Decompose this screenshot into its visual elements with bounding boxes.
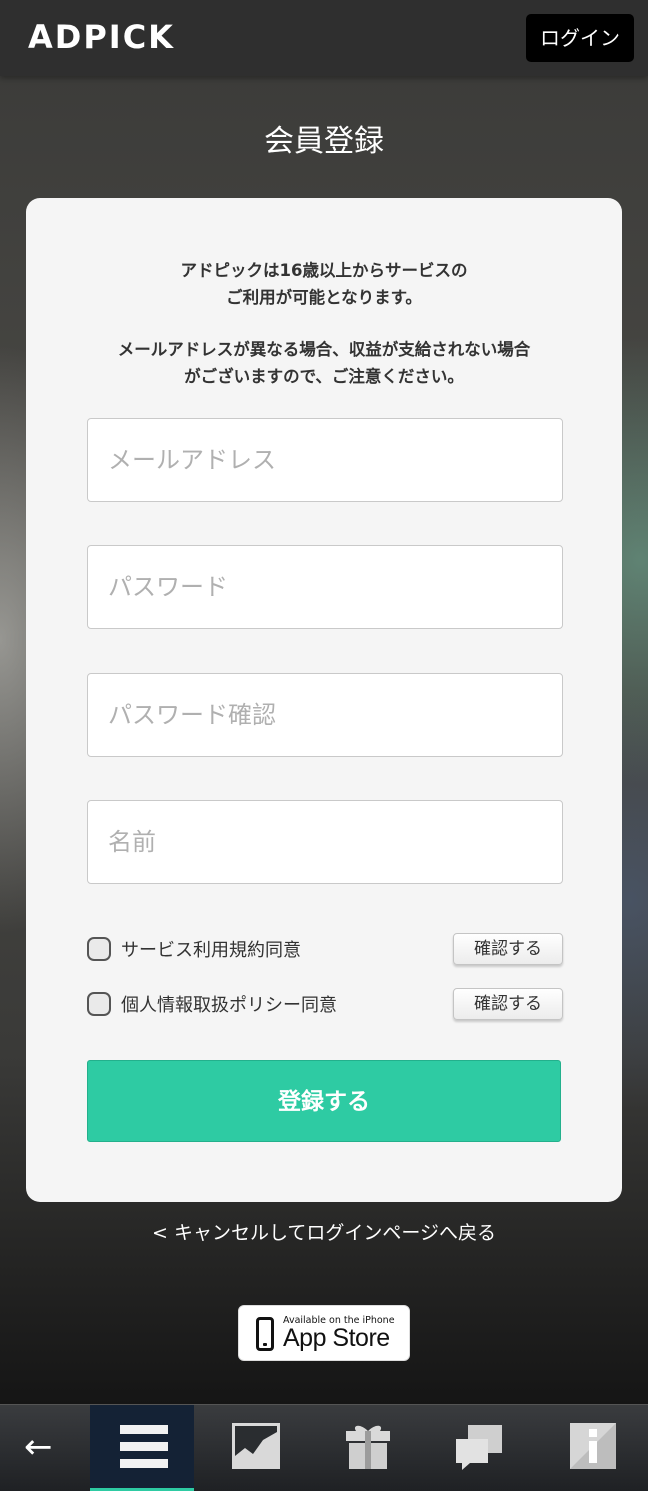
terms-confirm-button[interactable]: 確認する bbox=[453, 933, 563, 965]
tab-info[interactable] bbox=[544, 1405, 648, 1491]
chat-icon bbox=[454, 1423, 504, 1471]
privacy-confirm-button[interactable]: 確認する bbox=[453, 988, 563, 1020]
terms-agreement-row: サービス利用規約同意 確認する bbox=[87, 933, 563, 967]
gift-icon bbox=[344, 1423, 392, 1469]
page-title: 会員登録 bbox=[264, 124, 384, 159]
privacy-agreement-row: 個人情報取扱ポリシー同意 確認する bbox=[87, 988, 563, 1022]
tab-gift[interactable] bbox=[320, 1405, 424, 1491]
password-confirm-field[interactable] bbox=[87, 673, 563, 757]
tab-chat[interactable] bbox=[432, 1405, 536, 1491]
email-input[interactable] bbox=[88, 419, 562, 501]
email-field[interactable] bbox=[87, 418, 563, 502]
privacy-agreement-label[interactable]: 個人情報取扱ポリシー同意 bbox=[121, 991, 337, 1017]
back-arrow-icon: ← bbox=[24, 1427, 53, 1467]
register-button[interactable]: 登録する bbox=[87, 1060, 561, 1142]
name-field[interactable] bbox=[87, 800, 563, 884]
info-icon bbox=[570, 1423, 616, 1469]
login-button[interactable]: ログイン bbox=[526, 14, 634, 62]
password-input[interactable] bbox=[88, 546, 562, 628]
terms-agreement-label[interactable]: サービス利用規約同意 bbox=[121, 936, 301, 962]
password-confirm-input[interactable] bbox=[88, 674, 562, 756]
top-bar: ADPICK ログイン bbox=[0, 0, 648, 76]
age-notice-line-1: アドピックは16歳以上からサービスの bbox=[180, 261, 468, 280]
age-notice-line-2: ご利用が可能となります。 bbox=[226, 288, 422, 307]
tab-menu[interactable] bbox=[90, 1405, 194, 1491]
privacy-checkbox[interactable] bbox=[87, 992, 111, 1016]
email-notice-line-2: がございますので、ご注意ください。 bbox=[184, 367, 464, 386]
registration-card: アドピックは16歳以上からサービスの ご利用が可能となります。 メールアドレスが… bbox=[26, 198, 622, 1202]
tab-back[interactable]: ← bbox=[0, 1405, 104, 1491]
name-input[interactable] bbox=[88, 801, 562, 883]
email-notice-line-1: メールアドレスが異なる場合、収益が支給されない場合 bbox=[117, 340, 531, 359]
bottom-tab-bar: ← bbox=[0, 1404, 648, 1491]
adpick-logo[interactable]: ADPICK bbox=[28, 18, 175, 56]
iphone-icon bbox=[256, 1317, 274, 1351]
chart-icon bbox=[232, 1423, 280, 1469]
appstore-big-text: App Store bbox=[283, 1324, 390, 1352]
password-field[interactable] bbox=[87, 545, 563, 629]
app-store-badge[interactable]: Available on the iPhone App Store bbox=[238, 1305, 410, 1361]
cancel-back-to-login-link[interactable]: < キャンセルしてログインページへ戻る bbox=[0, 1218, 648, 1245]
tab-chart[interactable] bbox=[204, 1405, 308, 1491]
terms-checkbox[interactable] bbox=[87, 937, 111, 961]
